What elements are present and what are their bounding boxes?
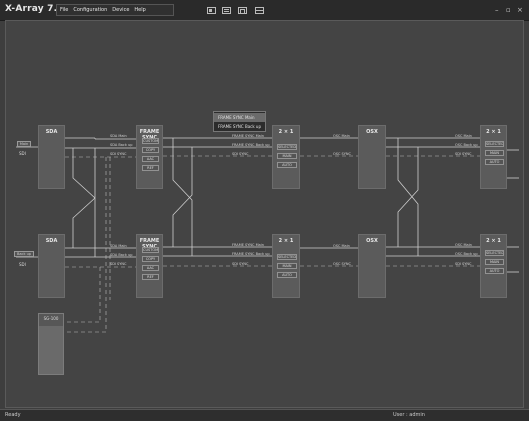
- port-main[interactable]: MAIN: [277, 263, 297, 269]
- port-label: FRAME SYNC Main: [232, 243, 264, 247]
- port-label: FRAME SYNC Back up: [232, 252, 270, 256]
- sda-block[interactable]: SDA: [38, 125, 65, 189]
- port-aac[interactable]: AAC: [142, 156, 159, 162]
- port-custom[interactable]: CUSTOM: [142, 138, 159, 144]
- port-label: SDI SYNC: [455, 152, 472, 156]
- port-label: SDI SYNC: [455, 262, 472, 266]
- block-title: SDA: [45, 129, 58, 135]
- context-menu: FRAME SYNC Main FRAME SYNC Back up: [213, 111, 266, 132]
- frame-sync-block[interactable]: FRAME SYNC CUSTOM COPY AAC REF: [136, 125, 163, 189]
- port-label: SDA Back up: [110, 143, 133, 147]
- port-custom[interactable]: CUSTOM: [142, 247, 159, 253]
- port-selected[interactable]: SELECTED: [485, 141, 504, 147]
- input-sdi-label: SDI: [19, 262, 26, 267]
- block-title: SG-100: [39, 314, 63, 326]
- block-title: SDA: [45, 238, 58, 244]
- port-selected[interactable]: SELECTED: [277, 144, 297, 150]
- port-label: SDI SYNC: [110, 262, 127, 266]
- block-title: 2 × 1: [486, 238, 501, 244]
- user-status: User : admin: [393, 412, 425, 418]
- port-auto[interactable]: AUTO: [277, 162, 297, 168]
- block-title: 2 × 1: [486, 129, 501, 135]
- port-main[interactable]: MAIN: [485, 150, 504, 156]
- port-copy[interactable]: COPY: [142, 256, 159, 262]
- port-label: FRAME SYNC Main: [232, 134, 264, 138]
- switch-2x1-output-block[interactable]: 2 × 1 SELECTED MAIN AUTO: [480, 125, 507, 189]
- frame-sync-block[interactable]: FRAME SYNC CUSTOM COPY AAC REF: [136, 234, 163, 298]
- port-label: OSC Back up: [455, 252, 478, 256]
- port-label: OSC SYNC: [333, 262, 351, 266]
- port-main[interactable]: MAIN: [485, 259, 504, 265]
- status-bar: Ready User : admin: [0, 409, 529, 421]
- menu-item-frame-sync-backup[interactable]: FRAME SYNC Back up: [214, 122, 265, 131]
- switch-2x1-block[interactable]: 2 × 1 SELECTED MAIN AUTO: [272, 234, 300, 298]
- port-main[interactable]: MAIN: [277, 153, 297, 159]
- osx-block[interactable]: OSX: [358, 234, 386, 298]
- port-label: SDA Main: [110, 244, 127, 248]
- status-text: Ready: [5, 412, 21, 418]
- port-ref[interactable]: REF: [142, 274, 159, 280]
- port-selected[interactable]: SELECTED: [485, 250, 504, 256]
- switch-2x1-block[interactable]: 2 × 1 SELECTED MAIN AUTO: [272, 125, 300, 189]
- block-title: 2 × 1: [278, 129, 294, 135]
- osx-block[interactable]: OSX: [358, 125, 386, 189]
- port-label: SDI SYNC: [110, 152, 127, 156]
- port-auto[interactable]: AUTO: [277, 272, 297, 278]
- port-auto[interactable]: AUTO: [485, 268, 504, 274]
- sda-block[interactable]: SDA: [38, 234, 65, 298]
- port-label: SDI SYNC: [232, 262, 249, 266]
- block-title: OSX: [366, 129, 378, 135]
- port-auto[interactable]: AUTO: [485, 159, 504, 165]
- switch-2x1-output-block[interactable]: 2 × 1 SELECTED MAIN AUTO: [480, 234, 507, 298]
- port-label: OSC Main: [333, 134, 350, 138]
- block-title: 2 × 1: [278, 238, 294, 244]
- block-title: OSX: [366, 238, 378, 244]
- port-ref[interactable]: REF: [142, 165, 159, 171]
- menu-item-frame-sync-main[interactable]: FRAME SYNC Main: [214, 113, 265, 122]
- port-label: OSC Main: [455, 134, 472, 138]
- sync-generator-block[interactable]: SG-100: [38, 313, 64, 375]
- port-label: OSC Main: [455, 243, 472, 247]
- port-label: SDA Back up: [110, 253, 133, 257]
- port-label: OSC Main: [333, 244, 350, 248]
- connection-wires: [16, 137, 519, 333]
- port-label: SDI SYNC: [232, 152, 249, 156]
- port-label: OSC SYNC: [333, 152, 351, 156]
- port-label: OSC Back up: [455, 143, 478, 147]
- port-aac[interactable]: AAC: [142, 265, 159, 271]
- input-backup-box[interactable]: Back up: [14, 251, 34, 257]
- port-label: FRAME SYNC Back up: [232, 143, 270, 147]
- port-label: SDA Main: [110, 134, 127, 138]
- input-sdi-label: SDI: [19, 151, 26, 156]
- port-copy[interactable]: COPY: [142, 147, 159, 153]
- input-main-box[interactable]: Main: [17, 141, 31, 147]
- port-selected[interactable]: SELECTED: [277, 254, 297, 260]
